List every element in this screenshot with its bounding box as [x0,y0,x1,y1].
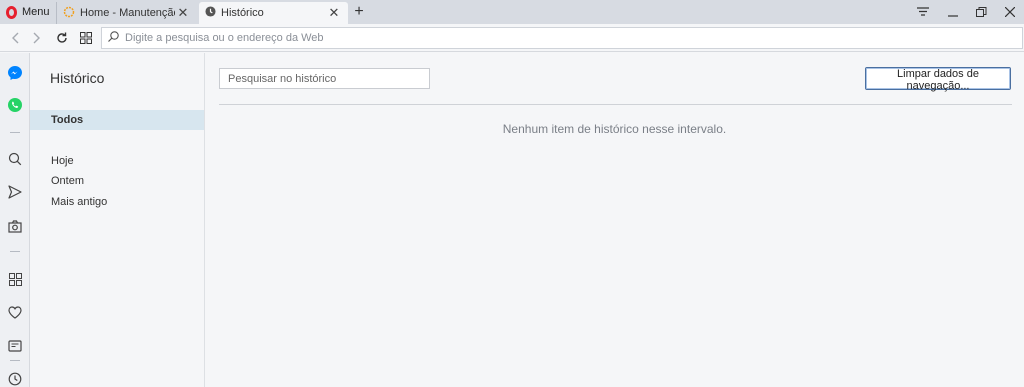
address-bar [0,24,1024,52]
clock-icon [205,6,216,20]
messenger-icon[interactable] [5,63,25,83]
page-title: Histórico [50,70,105,86]
tab-menu-icon[interactable] [907,0,939,24]
speed-dial-icon[interactable] [75,28,97,48]
search-icon [108,31,119,45]
history-filter-yesterday[interactable]: Ontem [30,171,204,191]
site-icon [63,6,75,21]
window-close-icon[interactable] [994,0,1024,24]
whatsapp-icon[interactable] [5,95,25,115]
history-main: Limpar dados de navegação... Nenhum item… [205,53,1024,387]
address-field[interactable] [101,27,1023,49]
back-icon[interactable] [4,28,26,48]
sidebar-divider [10,251,20,252]
news-icon[interactable] [5,336,25,356]
heart-icon[interactable] [5,302,25,322]
tab-history[interactable]: Histórico ✕ [199,2,348,24]
divider [219,104,1012,105]
history-filter-today[interactable]: Hoje [30,151,204,171]
history-clock-icon[interactable] [5,369,25,387]
new-tab-button[interactable]: + [350,2,368,22]
history-filter-older[interactable]: Mais antigo [30,192,204,212]
send-icon[interactable] [5,182,25,202]
reload-icon[interactable] [51,28,73,48]
tab-home[interactable]: Home - Manutenção para ✕ [56,2,197,24]
restore-icon[interactable] [965,0,997,24]
opera-logo-icon [6,5,17,19]
speed-dial-icon[interactable] [5,269,25,289]
tab-bar: Menu Home - Manutenção para ✕ Histórico … [0,0,1024,24]
tab-label: Home - Manutenção para [80,7,175,19]
close-icon[interactable]: ✕ [326,5,342,21]
sidebar-divider [10,360,20,361]
camera-icon[interactable] [5,216,25,236]
address-input[interactable] [125,32,985,44]
sidebar [0,53,30,387]
menu-label: Menu [22,6,50,18]
empty-state-message: Nenhum item de histórico nesse intervalo… [502,122,727,136]
close-icon[interactable]: ✕ [175,5,191,21]
tab-label: Histórico [221,7,264,19]
search-icon[interactable] [5,149,25,169]
history-search-input[interactable] [219,68,430,89]
clear-browsing-data-button[interactable]: Limpar dados de navegação... [865,67,1011,92]
history-filter-all[interactable]: Todos [30,110,204,130]
opera-menu-button[interactable]: Menu [0,0,54,24]
history-nav: Histórico Todos Hoje Ontem Mais antigo [30,53,205,387]
forward-icon[interactable] [26,28,48,48]
sidebar-divider [10,132,20,133]
